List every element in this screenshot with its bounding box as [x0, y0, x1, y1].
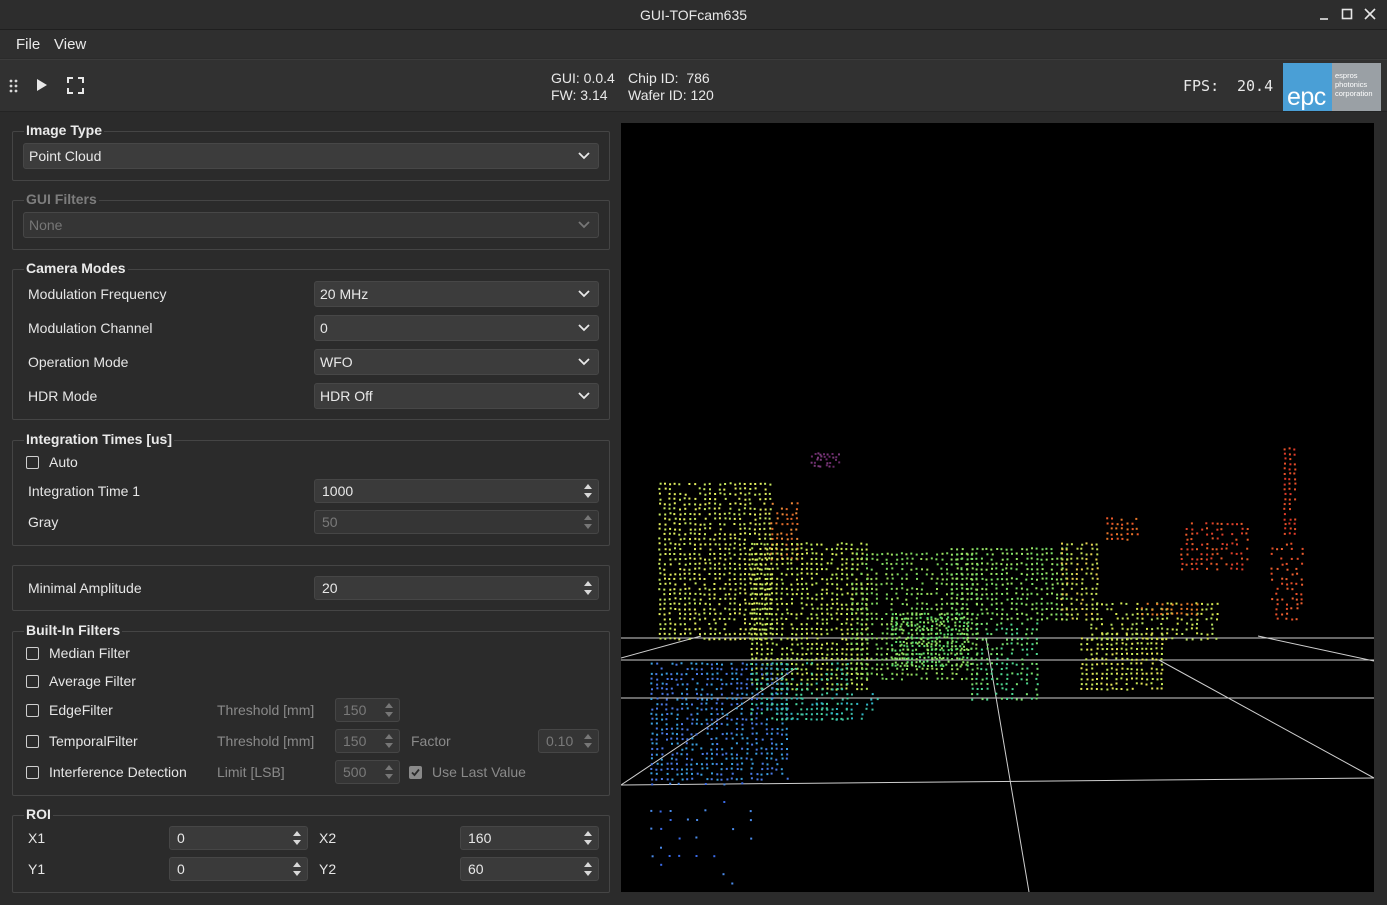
- menu-file[interactable]: File: [16, 36, 40, 53]
- spin-arrows-icon[interactable]: [293, 861, 301, 877]
- roi-title: ROI: [24, 806, 53, 822]
- toolbar: GUI: 0.0.4 FW: 3.14 Chip ID: 786 Wafer I…: [0, 59, 1387, 112]
- factor-input[interactable]: 0.10: [538, 729, 599, 753]
- logo-company: espros photonics corporation: [1335, 71, 1373, 98]
- factor-label: Factor: [411, 733, 451, 749]
- average-filter-label: Average Filter: [49, 673, 136, 689]
- temporal-threshold-input[interactable]: 150: [335, 729, 400, 753]
- spin-arrows-icon[interactable]: [584, 861, 592, 877]
- company-logo: epc espros photonics corporation: [1283, 63, 1381, 111]
- spin-arrows-icon[interactable]: [584, 514, 592, 530]
- maximize-icon[interactable]: [1337, 4, 1357, 24]
- toolbar-handle-icon[interactable]: [9, 78, 19, 97]
- point-cloud-view[interactable]: [621, 123, 1374, 892]
- image-type-title: Image Type: [24, 122, 104, 138]
- spin-arrows-icon[interactable]: [385, 733, 393, 749]
- temporal-threshold-label: Threshold [mm]: [217, 733, 315, 749]
- minimize-icon[interactable]: [1314, 4, 1334, 24]
- play-icon[interactable]: [35, 77, 49, 96]
- window-title: GUI-TOFcam635: [639, 7, 748, 23]
- average-filter-checkbox[interactable]: [26, 675, 39, 688]
- close-icon[interactable]: [1360, 4, 1380, 24]
- hdr-mode-label: HDR Mode: [28, 388, 98, 404]
- fullscreen-icon[interactable]: [67, 77, 84, 97]
- integration-time-1-input[interactable]: 1000: [314, 479, 599, 503]
- edge-filter-label: EdgeFilter: [49, 702, 113, 718]
- gray-input[interactable]: 50: [314, 510, 599, 534]
- spin-arrows-icon[interactable]: [584, 580, 592, 596]
- integration-times-title: Integration Times [us]: [24, 431, 174, 447]
- operation-mode-label: Operation Mode: [28, 354, 129, 370]
- chevron-down-icon: [578, 358, 590, 366]
- hdr-mode-select[interactable]: HDR Off: [314, 383, 599, 409]
- checkmark-icon: [411, 768, 420, 777]
- limit-label: Limit [LSB]: [217, 764, 285, 780]
- gui-filters-title: GUI Filters: [24, 191, 99, 207]
- title-bar: GUI-TOFcam635: [0, 0, 1387, 30]
- edge-filter-checkbox[interactable]: [26, 704, 39, 717]
- camera-modes-title: Camera Modes: [24, 260, 128, 276]
- auto-checkbox[interactable]: [26, 456, 39, 469]
- use-last-value-label: Use Last Value: [432, 764, 526, 780]
- interference-detection-checkbox[interactable]: [26, 766, 39, 779]
- spin-arrows-icon[interactable]: [385, 702, 393, 718]
- minimal-amplitude-label: Minimal Amplitude: [28, 580, 142, 596]
- spin-arrows-icon[interactable]: [584, 733, 592, 749]
- spin-arrows-icon[interactable]: [584, 830, 592, 846]
- menu-bar: File View: [0, 30, 1387, 58]
- spin-arrows-icon[interactable]: [293, 830, 301, 846]
- temporal-filter-label: TemporalFilter: [49, 733, 138, 749]
- gray-label: Gray: [28, 514, 59, 530]
- limit-input[interactable]: 500: [335, 760, 400, 784]
- spin-arrows-icon[interactable]: [385, 764, 393, 780]
- wafer-id: Wafer ID: 120: [628, 87, 714, 103]
- y1-input[interactable]: 0: [169, 857, 308, 881]
- chevron-down-icon: [578, 221, 590, 229]
- gui-filters-select[interactable]: None: [23, 212, 599, 238]
- auto-label: Auto: [49, 454, 78, 470]
- chevron-down-icon: [578, 152, 590, 160]
- chevron-down-icon: [578, 392, 590, 400]
- x1-label: X1: [28, 830, 46, 846]
- menu-view[interactable]: View: [54, 36, 86, 53]
- edge-threshold-label: Threshold [mm]: [217, 702, 315, 718]
- y2-label: Y2: [319, 861, 337, 877]
- chevron-down-icon: [578, 324, 590, 332]
- point-cloud-canvas[interactable]: [621, 123, 1374, 892]
- integration-time-1-label: Integration Time 1: [28, 483, 141, 499]
- edge-threshold-input[interactable]: 150: [335, 698, 400, 722]
- y2-input[interactable]: 60: [460, 857, 599, 881]
- modulation-frequency-label: Modulation Frequency: [28, 286, 167, 302]
- x2-input[interactable]: 160: [460, 826, 599, 850]
- interference-detection-label: Interference Detection: [49, 764, 187, 780]
- image-type-select[interactable]: Point Cloud: [23, 143, 599, 169]
- median-filter-label: Median Filter: [49, 645, 130, 661]
- chevron-down-icon: [578, 290, 590, 298]
- modulation-frequency-select[interactable]: 20 MHz: [314, 281, 599, 307]
- modulation-channel-label: Modulation Channel: [28, 320, 153, 336]
- fps-label: FPS:: [1183, 77, 1220, 95]
- minimal-amplitude-input[interactable]: 20: [314, 576, 599, 600]
- median-filter-checkbox[interactable]: [26, 647, 39, 660]
- spin-arrows-icon[interactable]: [584, 483, 592, 499]
- logo-text: epc: [1287, 83, 1326, 111]
- built-in-filters-title: Built-In Filters: [24, 622, 123, 638]
- fw-version: FW: 3.14: [551, 87, 608, 103]
- x2-label: X2: [319, 830, 337, 846]
- temporal-filter-checkbox[interactable]: [26, 735, 39, 748]
- ground-grid: [621, 635, 1374, 892]
- y1-label: Y1: [28, 861, 46, 877]
- point-cloud: [650, 447, 1304, 885]
- fps-value: 20.4: [1237, 77, 1274, 95]
- chip-id: Chip ID: 786: [628, 70, 710, 86]
- operation-mode-select[interactable]: WFO: [314, 349, 599, 375]
- use-last-value-checkbox[interactable]: [409, 766, 422, 779]
- modulation-channel-select[interactable]: 0: [314, 315, 599, 341]
- gui-version: GUI: 0.0.4: [551, 70, 615, 86]
- x1-input[interactable]: 0: [169, 826, 308, 850]
